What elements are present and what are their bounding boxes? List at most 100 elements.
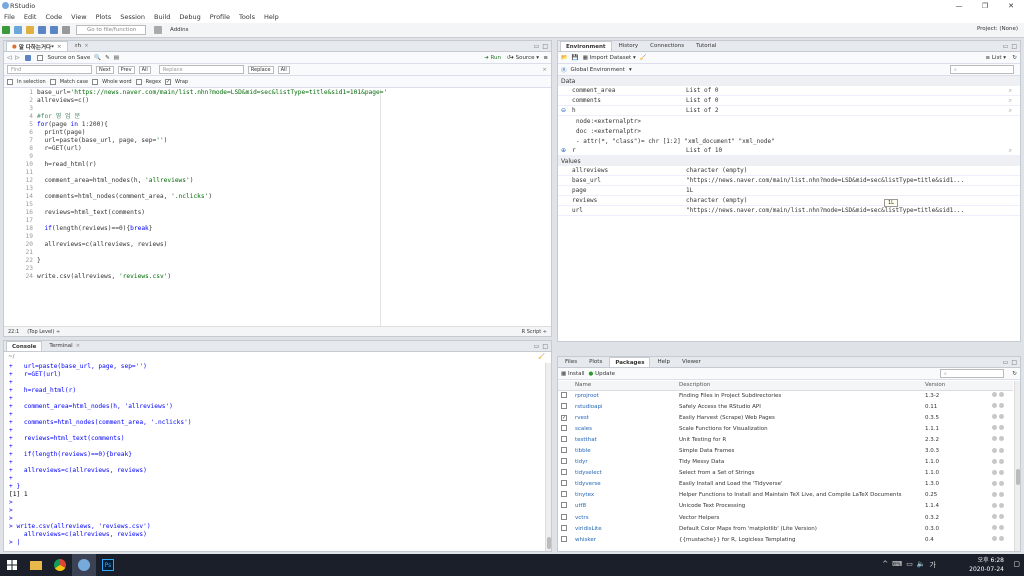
package-name[interactable]: scales <box>572 423 676 434</box>
packages-search-input[interactable]: ⌕ <box>940 369 1004 378</box>
menu-view[interactable]: View <box>71 13 86 21</box>
minimize-icon[interactable]: — <box>946 0 972 11</box>
env-search-input[interactable]: ⌕ <box>950 65 1014 74</box>
ime-indicator[interactable]: 가 <box>930 560 936 570</box>
compile-icon[interactable]: ▤ <box>114 55 119 61</box>
replace-all-button[interactable]: All <box>277 65 290 74</box>
wrap-checkbox[interactable]: ✓ <box>165 78 172 85</box>
tab-h[interactable]: ⌕ h × <box>70 41 94 51</box>
tab-console[interactable]: Console <box>6 341 43 351</box>
package-web-icon[interactable] <box>992 502 997 508</box>
close-find-icon[interactable]: × <box>542 67 547 73</box>
wand-icon[interactable]: ✎ <box>105 55 110 61</box>
package-checkbox[interactable] <box>561 535 567 542</box>
start-button[interactable] <box>0 554 24 576</box>
package-remove-icon[interactable] <box>999 414 1004 420</box>
package-row[interactable]: whisker {{mustache}} for R, Logicless Tem… <box>558 534 1013 545</box>
package-name[interactable]: rprojroot <box>572 390 676 401</box>
save-icon[interactable] <box>25 54 32 61</box>
package-name[interactable]: vctrs <box>572 512 676 523</box>
package-remove-icon[interactable] <box>999 491 1004 497</box>
package-row[interactable]: rstudioapi Safely Access the RStudio API 0… <box>558 401 1013 412</box>
volume-icon[interactable]: 🔈 <box>917 560 926 570</box>
package-checkbox[interactable] <box>561 435 567 442</box>
tab-packages[interactable]: Packages <box>609 357 651 367</box>
menu-session[interactable]: Session <box>120 13 145 21</box>
package-checkbox[interactable] <box>561 524 567 531</box>
package-row[interactable]: vctrs Vector Helpers 0.3.2 <box>558 512 1013 523</box>
minimize-pane-icon[interactable]: ▭ <box>534 343 540 350</box>
menu-help[interactable]: Help <box>264 13 279 21</box>
menu-build[interactable]: Build <box>154 13 170 21</box>
package-remove-icon[interactable] <box>999 536 1004 542</box>
package-web-icon[interactable] <box>992 525 997 531</box>
clear-console-icon[interactable]: 🧹 <box>538 354 545 360</box>
regex-checkbox[interactable] <box>135 78 142 85</box>
package-checkbox[interactable] <box>561 447 567 454</box>
package-remove-icon[interactable] <box>999 447 1004 453</box>
tab-environment[interactable]: Environment <box>560 41 612 51</box>
find-all-button[interactable]: All <box>138 65 151 74</box>
maximize-pane-icon[interactable]: □ <box>542 343 548 350</box>
match-case-checkbox[interactable] <box>49 78 56 85</box>
minimize-pane-icon[interactable]: ▭ <box>1003 43 1009 50</box>
load-workspace-icon[interactable]: 📂 <box>561 55 568 61</box>
update-button[interactable]: ● Update <box>589 371 615 377</box>
package-remove-icon[interactable] <box>999 469 1004 475</box>
new-file-icon[interactable] <box>2 26 10 34</box>
tab-terminal[interactable]: Terminal × <box>44 341 85 351</box>
import-dataset-button[interactable]: ▦ Import Dataset ▾ <box>583 55 636 61</box>
package-name[interactable]: rvest <box>572 412 676 423</box>
package-web-icon[interactable] <box>992 425 997 431</box>
package-web-icon[interactable] <box>992 447 997 453</box>
package-row[interactable]: viridisLite Default Color Maps from 'matp… <box>558 523 1013 534</box>
tab-files[interactable]: Files <box>560 357 582 367</box>
package-web-icon[interactable] <box>992 514 997 520</box>
col-version[interactable]: Version <box>922 381 989 391</box>
maximize-pane-icon[interactable]: □ <box>542 43 548 50</box>
package-name[interactable]: tidyverse <box>572 479 676 490</box>
package-web-icon[interactable] <box>992 458 997 464</box>
package-checkbox[interactable]: ✓ <box>561 414 567 421</box>
file-type-selector[interactable]: R Script ÷ <box>522 329 547 335</box>
menu-file[interactable]: File <box>4 13 15 21</box>
package-remove-icon[interactable] <box>999 502 1004 508</box>
package-checkbox[interactable] <box>561 469 567 476</box>
env-row[interactable]: comments List of 0 ⌕ <box>558 96 1020 106</box>
run-button[interactable]: ➜ Run <box>484 55 501 61</box>
scroll-thumb[interactable] <box>547 537 551 549</box>
taskbar-clock[interactable]: 오후 6:28 2020-07-24 <box>969 556 1004 574</box>
inspect-icon[interactable]: ⌕ <box>1009 107 1012 115</box>
close-tab-icon[interactable]: × <box>76 343 81 349</box>
package-remove-icon[interactable] <box>999 403 1004 409</box>
package-row[interactable]: tibble Simple Data Frames 3.0.3 <box>558 445 1013 456</box>
package-checkbox[interactable] <box>561 402 567 409</box>
inspect-icon[interactable]: ⌕ <box>1009 147 1012 155</box>
package-checkbox[interactable] <box>561 391 567 398</box>
package-name[interactable]: testthat <box>572 434 676 445</box>
package-row[interactable]: tidyselect Select from a Set of Strings 1.… <box>558 468 1013 479</box>
inspect-icon[interactable]: ⌕ <box>1009 97 1012 105</box>
code-area[interactable]: base_url='https://news.naver.com/main/li… <box>37 89 551 326</box>
source-button[interactable]: ➜ Source ▾ <box>509 55 539 61</box>
env-row[interactable]: ⊖ h List of 2 ⌕ <box>558 106 1020 116</box>
photoshop-button[interactable]: Ps <box>96 554 120 576</box>
maximize-pane-icon[interactable]: □ <box>1011 359 1017 366</box>
env-scope-selector[interactable]: Global Environment <box>571 67 625 73</box>
search-icon[interactable]: 🔍 <box>94 55 101 61</box>
network-icon[interactable]: ▭ <box>906 560 913 570</box>
whole-word-checkbox[interactable] <box>92 78 99 85</box>
col-name[interactable]: Name <box>572 381 676 391</box>
package-name[interactable]: tidyr <box>572 457 676 468</box>
console-scrollbar[interactable] <box>545 363 551 551</box>
open-file-icon[interactable] <box>26 26 34 34</box>
package-name[interactable]: utf8 <box>572 501 676 512</box>
close-tab-icon[interactable]: × <box>84 43 89 49</box>
package-web-icon[interactable] <box>992 469 997 475</box>
package-row[interactable]: utf8 Unicode Text Processing 1.1.4 <box>558 501 1013 512</box>
find-next-button[interactable]: Next <box>96 65 114 74</box>
view-mode-selector[interactable]: ≡ List ▾ <box>986 55 1007 61</box>
find-prev-button[interactable]: Prev <box>117 65 135 74</box>
package-checkbox[interactable] <box>561 513 567 520</box>
package-name[interactable]: tibble <box>572 445 676 456</box>
